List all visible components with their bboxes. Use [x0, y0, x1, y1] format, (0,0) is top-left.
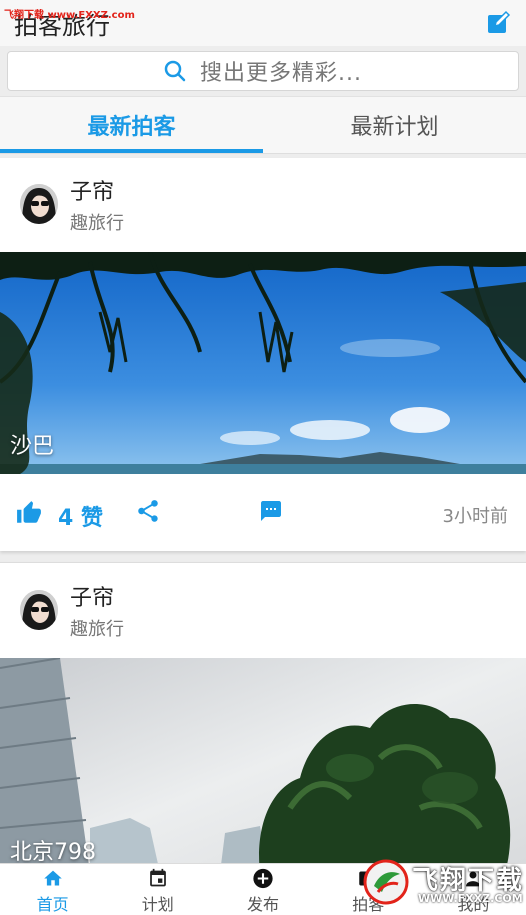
post-source: 趣旅行	[70, 213, 124, 234]
search-icon	[164, 60, 186, 82]
calendar-icon	[149, 868, 166, 887]
post-actions: 4 赞 3小时前	[0, 488, 526, 538]
watermark-domain: WWW.FXXZ.COM	[418, 892, 523, 905]
tab-latest-plans[interactable]: 最新计划	[263, 97, 526, 153]
nav-label: 首页	[36, 895, 69, 914]
add-circle-icon	[253, 868, 273, 889]
post-card[interactable]: 子帘 趣旅行 北京798	[0, 562, 526, 873]
nav-label: 计划	[141, 895, 174, 914]
edit-icon	[488, 10, 511, 33]
nav-publish[interactable]: 发布	[210, 864, 315, 915]
search-placeholder: 搜出更多精彩...	[200, 61, 362, 86]
edit-button[interactable]	[486, 10, 512, 36]
nav-home[interactable]: 首页	[0, 864, 105, 915]
post-source: 趣旅行	[70, 619, 124, 640]
share-icon[interactable]	[135, 498, 161, 524]
watermark-text: 飞翔下载 www.FXXZ.com	[4, 10, 135, 21]
post-time: 3小时前	[442, 506, 508, 527]
thumbs-up-icon[interactable]	[16, 500, 42, 526]
nav-plan[interactable]: 计划	[105, 864, 210, 915]
post-author[interactable]: 子帘	[70, 580, 114, 612]
home-icon	[43, 870, 62, 886]
search-bar[interactable]: 搜出更多精彩...	[7, 51, 519, 91]
tab-latest-photos[interactable]: 最新拍客	[0, 97, 263, 153]
comment-icon[interactable]	[259, 499, 283, 523]
photo-caption: 北京798	[10, 840, 96, 865]
watermark-logo: 飞翔下载 WWW.FXXZ.COM	[362, 858, 524, 908]
nav-label: 发布	[247, 895, 280, 914]
avatar[interactable]	[20, 590, 58, 630]
post-photo[interactable]: 沙巴	[0, 252, 526, 474]
tab-bar: 最新拍客 最新计划	[0, 96, 526, 154]
post-card[interactable]: 子帘 趣旅行 沙巴 4 赞 3小时前	[0, 158, 526, 551]
avatar[interactable]	[20, 184, 58, 224]
post-author[interactable]: 子帘	[70, 174, 114, 206]
photo-caption: 沙巴	[10, 434, 55, 459]
post-photo[interactable]: 北京798	[0, 658, 526, 873]
like-count[interactable]: 4 赞	[58, 500, 103, 532]
